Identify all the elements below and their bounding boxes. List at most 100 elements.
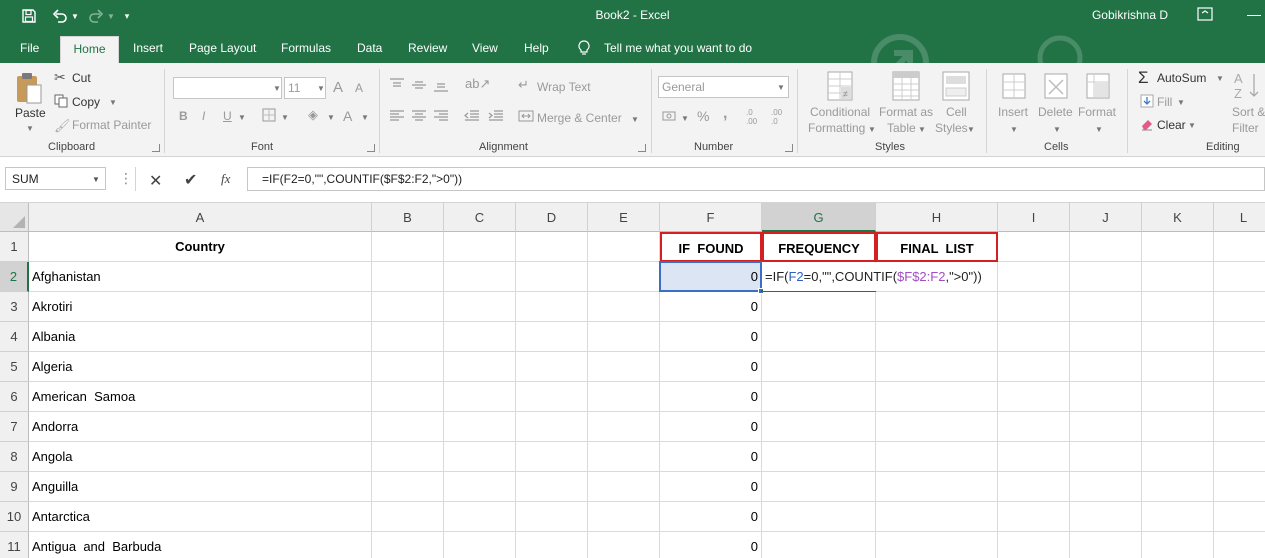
font-color-button[interactable]: A bbox=[343, 108, 352, 124]
decrease-indent-icon[interactable] bbox=[464, 109, 480, 126]
grow-font-button[interactable]: A bbox=[333, 79, 343, 96]
cell-g9[interactable] bbox=[762, 472, 876, 502]
cell-f10[interactable]: 0 bbox=[660, 502, 762, 532]
align-top-icon[interactable] bbox=[389, 78, 405, 95]
cell-l6[interactable] bbox=[1214, 382, 1265, 412]
cell-d10[interactable] bbox=[516, 502, 588, 532]
align-bottom-icon[interactable] bbox=[433, 78, 449, 95]
row-header-6[interactable]: 6 bbox=[0, 382, 29, 412]
cell-g7[interactable] bbox=[762, 412, 876, 442]
borders-icon[interactable] bbox=[262, 108, 276, 125]
fill-color-dropdown-icon[interactable]: ▼ bbox=[327, 113, 335, 122]
cell-k9[interactable] bbox=[1142, 472, 1214, 502]
cell-b3[interactable] bbox=[372, 292, 444, 322]
fill-color-icon[interactable]: ◈ bbox=[308, 107, 318, 123]
cell-i6[interactable] bbox=[998, 382, 1070, 412]
row-header-1[interactable]: 1 bbox=[0, 232, 29, 262]
cell-d4[interactable] bbox=[516, 322, 588, 352]
name-box-dropdown-icon[interactable]: ▼ bbox=[92, 175, 100, 184]
cell-e8[interactable] bbox=[588, 442, 660, 472]
cell-l5[interactable] bbox=[1214, 352, 1265, 382]
cell-e11[interactable] bbox=[588, 532, 660, 558]
cell-f2[interactable]: 0 bbox=[660, 262, 762, 292]
cell-g8[interactable] bbox=[762, 442, 876, 472]
cell-k11[interactable] bbox=[1142, 532, 1214, 558]
cell-c9[interactable] bbox=[444, 472, 516, 502]
cell-k6[interactable] bbox=[1142, 382, 1214, 412]
cell-a7[interactable]: Andorra bbox=[29, 412, 372, 442]
tab-data[interactable]: Data bbox=[357, 41, 382, 55]
tab-file[interactable]: File bbox=[20, 41, 39, 55]
tab-review[interactable]: Review bbox=[408, 41, 447, 55]
cell-h1[interactable]: FINAL LIST bbox=[876, 232, 998, 262]
cell-d2[interactable] bbox=[516, 262, 588, 292]
cell-b1[interactable] bbox=[372, 232, 444, 262]
cell-j10[interactable] bbox=[1070, 502, 1142, 532]
conditional-formatting-icon[interactable]: ≠ bbox=[826, 70, 856, 105]
cell-l7[interactable] bbox=[1214, 412, 1265, 442]
cell-g11[interactable] bbox=[762, 532, 876, 558]
merge-dropdown-icon[interactable]: ▼ bbox=[631, 115, 639, 124]
cell-i8[interactable] bbox=[998, 442, 1070, 472]
insert-function-icon[interactable]: fx bbox=[221, 171, 230, 187]
cell-b4[interactable] bbox=[372, 322, 444, 352]
minimize-icon[interactable] bbox=[1247, 15, 1261, 16]
tab-page-layout[interactable]: Page Layout bbox=[189, 41, 256, 55]
cell-h10[interactable] bbox=[876, 502, 998, 532]
increase-indent-icon[interactable] bbox=[488, 109, 504, 126]
autosum-icon[interactable]: Σ bbox=[1138, 68, 1149, 88]
cell-c2[interactable] bbox=[444, 262, 516, 292]
column-header-i[interactable]: I bbox=[998, 203, 1070, 232]
row-header-8[interactable]: 8 bbox=[0, 442, 29, 472]
cell-j6[interactable] bbox=[1070, 382, 1142, 412]
formula-bar-grip-icon[interactable]: ⋮ bbox=[119, 170, 133, 187]
cell-f9[interactable]: 0 bbox=[660, 472, 762, 502]
cell-e10[interactable] bbox=[588, 502, 660, 532]
cell-c1[interactable] bbox=[444, 232, 516, 262]
format-as-table-label-1[interactable]: Format as bbox=[879, 105, 933, 119]
cell-d3[interactable] bbox=[516, 292, 588, 322]
tab-home[interactable]: Home bbox=[60, 36, 119, 64]
sort-filter-label-2[interactable]: Filter bbox=[1232, 121, 1259, 135]
cell-c7[interactable] bbox=[444, 412, 516, 442]
cell-l3[interactable] bbox=[1214, 292, 1265, 322]
cell-a10[interactable]: Antarctica bbox=[29, 502, 372, 532]
cell-a8[interactable]: Angola bbox=[29, 442, 372, 472]
user-name[interactable]: Gobikrishna D bbox=[1092, 8, 1168, 22]
paste-icon[interactable] bbox=[14, 71, 46, 105]
cell-h7[interactable] bbox=[876, 412, 998, 442]
font-size-dropdown-icon[interactable]: ▼ bbox=[317, 84, 325, 93]
cell-d7[interactable] bbox=[516, 412, 588, 442]
number-launcher-icon[interactable] bbox=[785, 144, 793, 152]
cell-i11[interactable] bbox=[998, 532, 1070, 558]
cell-d1[interactable] bbox=[516, 232, 588, 262]
cell-f7[interactable]: 0 bbox=[660, 412, 762, 442]
column-header-c[interactable]: C bbox=[444, 203, 516, 232]
merge-center-icon[interactable] bbox=[518, 109, 534, 126]
cell-d11[interactable] bbox=[516, 532, 588, 558]
row-header-9[interactable]: 9 bbox=[0, 472, 29, 502]
autosum-button[interactable]: AutoSum bbox=[1157, 71, 1206, 85]
alignment-launcher-icon[interactable] bbox=[638, 144, 646, 152]
cell-h6[interactable] bbox=[876, 382, 998, 412]
copy-dropdown-icon[interactable]: ▼ bbox=[109, 98, 117, 107]
cell-h4[interactable] bbox=[876, 322, 998, 352]
font-name-dropdown-icon[interactable]: ▼ bbox=[273, 84, 281, 93]
ribbon-display-options-icon[interactable] bbox=[1197, 7, 1217, 23]
column-header-a[interactable]: A bbox=[29, 203, 372, 232]
tell-me-search[interactable]: Tell me what you want to do bbox=[604, 41, 752, 55]
accounting-format-icon[interactable] bbox=[662, 109, 678, 126]
increase-decimal-button[interactable]: .0 .00 bbox=[746, 108, 764, 126]
cell-i9[interactable] bbox=[998, 472, 1070, 502]
scissors-icon[interactable]: ✂ bbox=[54, 69, 66, 86]
cut-button[interactable]: Cut bbox=[72, 71, 91, 85]
column-header-g[interactable]: G bbox=[762, 203, 876, 232]
cell-d8[interactable] bbox=[516, 442, 588, 472]
column-header-l[interactable]: L bbox=[1214, 203, 1265, 232]
cell-a6[interactable]: American Samoa bbox=[29, 382, 372, 412]
comma-button[interactable]: , bbox=[723, 105, 727, 123]
cell-h11[interactable] bbox=[876, 532, 998, 558]
cell-styles-dropdown-icon[interactable]: ▼ bbox=[967, 125, 975, 134]
bold-button[interactable]: B bbox=[179, 109, 188, 123]
cell-c8[interactable] bbox=[444, 442, 516, 472]
